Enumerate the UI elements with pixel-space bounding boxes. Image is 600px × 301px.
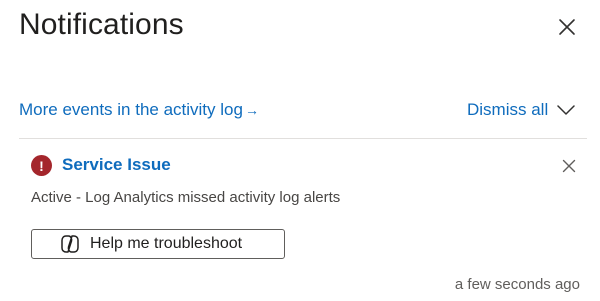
copilot-icon: [59, 233, 81, 255]
divider: [19, 138, 587, 139]
chevron-down-icon: [557, 104, 575, 115]
panel-title: Notifications: [19, 8, 184, 41]
help-me-troubleshoot-button[interactable]: Help me troubleshoot: [31, 229, 285, 259]
arrow-right-icon: →: [244, 102, 259, 118]
dismiss-all-button[interactable]: Dismiss all: [467, 100, 548, 120]
error-glyph: !: [39, 157, 44, 174]
activity-log-link-label: More events in the activity log: [19, 100, 243, 119]
expand-button[interactable]: [556, 102, 576, 118]
dismiss-notification-button[interactable]: [560, 157, 578, 175]
notification-description: Active - Log Analytics missed activity l…: [31, 189, 341, 206]
notification-timestamp: a few seconds ago: [454, 276, 580, 293]
notification-title[interactable]: Service Issue: [62, 155, 171, 175]
close-panel-button[interactable]: [556, 16, 578, 38]
activity-log-link[interactable]: More events in the activity log →: [19, 100, 259, 120]
help-me-troubleshoot-label: Help me troubleshoot: [90, 235, 243, 252]
close-icon: [559, 19, 575, 35]
close-icon: [562, 159, 576, 173]
error-icon: !: [31, 155, 52, 176]
